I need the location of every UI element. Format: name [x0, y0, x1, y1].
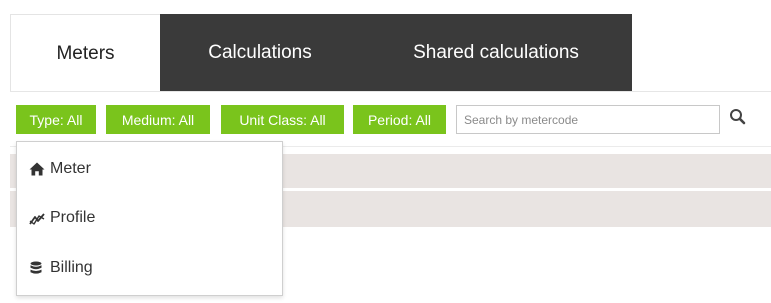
- tab-calculations[interactable]: Calculations: [160, 14, 360, 92]
- menu-item-meter[interactable]: Meter: [17, 149, 282, 189]
- tab-shared-calculations[interactable]: Shared calculations: [360, 14, 632, 92]
- database-icon: [29, 260, 47, 276]
- menu-item-label: Meter: [50, 160, 91, 177]
- table-row[interactable]: [282, 191, 771, 227]
- menu-item-label: Billing: [50, 259, 93, 276]
- period-filter-button[interactable]: Period: All: [353, 105, 446, 134]
- menu-item-billing[interactable]: Billing: [17, 248, 282, 288]
- table-row[interactable]: [282, 154, 771, 188]
- menu-item-profile[interactable]: Profile: [17, 198, 282, 238]
- trend-chart-icon: [29, 210, 47, 226]
- metercode-search-input[interactable]: [456, 105, 720, 134]
- home-icon: [29, 161, 47, 177]
- medium-filter-button[interactable]: Medium: All: [106, 105, 210, 134]
- main-tabs: Meters Calculations Shared calculations: [10, 14, 632, 92]
- type-dropdown-menu: Meter Profile Billing: [16, 141, 283, 296]
- tabs-divider: [10, 91, 771, 92]
- unit-class-filter-button[interactable]: Unit Class: All: [221, 105, 344, 134]
- type-filter-button[interactable]: Type: All: [16, 105, 96, 134]
- menu-item-label: Profile: [50, 209, 96, 226]
- tab-meters[interactable]: Meters: [10, 14, 160, 92]
- search-icon[interactable]: [728, 107, 748, 127]
